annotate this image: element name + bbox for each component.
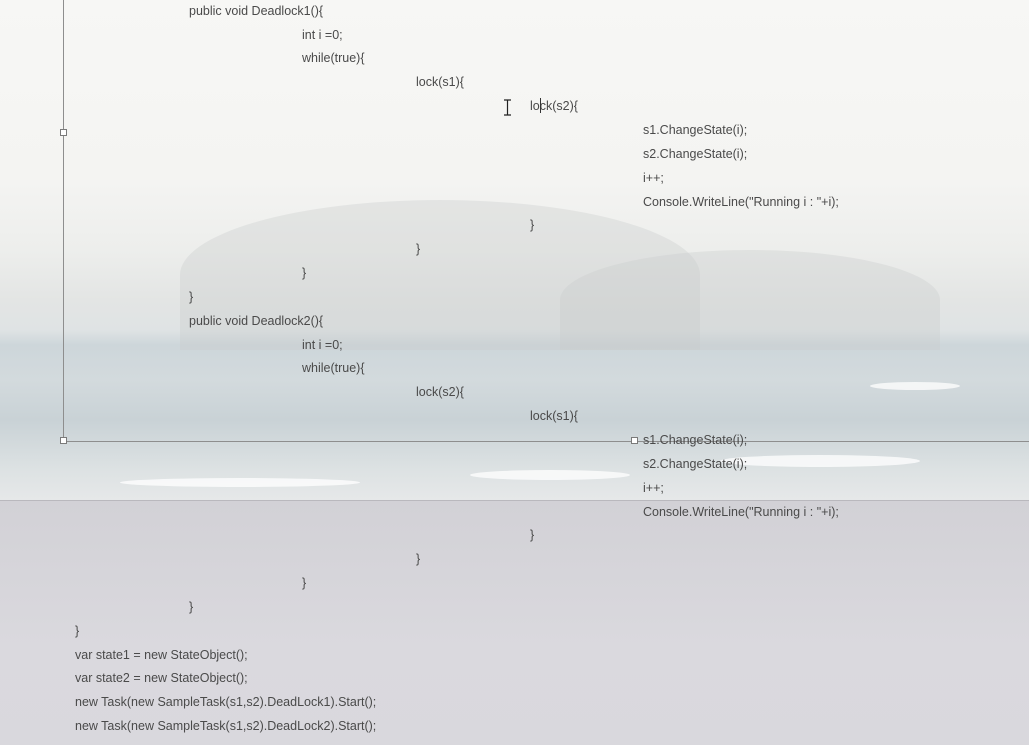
code-line[interactable]: while(true){: [302, 360, 365, 376]
code-line[interactable]: i++;: [643, 480, 664, 496]
wave-crest: [470, 470, 630, 480]
code-line[interactable]: while(true){: [302, 50, 365, 66]
code-line[interactable]: Console.WriteLine("Running i : "+i);: [643, 194, 839, 210]
code-line[interactable]: s2.ChangeState(i);: [643, 456, 747, 472]
code-line[interactable]: lock(s1){: [530, 408, 578, 424]
code-line[interactable]: s1.ChangeState(i);: [643, 122, 747, 138]
code-line[interactable]: public void Deadlock2(){: [189, 313, 323, 329]
resize-handle-icon[interactable]: [631, 437, 638, 444]
code-line[interactable]: }: [302, 575, 306, 591]
code-line[interactable]: }: [530, 527, 534, 543]
code-line[interactable]: new Task(new SampleTask(s1,s2).DeadLock1…: [75, 694, 376, 710]
resize-handle-icon[interactable]: [60, 129, 67, 136]
code-line[interactable]: s2.ChangeState(i);: [643, 146, 747, 162]
code-line[interactable]: public void Deadlock1(){: [189, 3, 323, 19]
code-line[interactable]: int i =0;: [302, 27, 343, 43]
code-line[interactable]: }: [302, 265, 306, 281]
code-line[interactable]: }: [416, 241, 420, 257]
text-ibeam-cursor-icon: [504, 99, 511, 116]
code-line[interactable]: var state2 = new StateObject();: [75, 670, 248, 686]
code-line[interactable]: lock(s1){: [416, 74, 464, 90]
code-line[interactable]: new Task(new SampleTask(s1,s2).DeadLock2…: [75, 718, 376, 734]
code-line[interactable]: }: [189, 289, 193, 305]
code-line[interactable]: }: [189, 599, 193, 615]
wave-crest: [120, 478, 360, 487]
code-line[interactable]: }: [530, 217, 534, 233]
selected-textbox-frame[interactable]: [63, 0, 1029, 442]
code-line[interactable]: }: [416, 551, 420, 567]
code-line[interactable]: int i =0;: [302, 337, 343, 353]
code-line[interactable]: var state1 = new StateObject();: [75, 647, 248, 663]
code-line[interactable]: }: [75, 623, 79, 639]
code-line[interactable]: Console.WriteLine("Running i : "+i);: [643, 504, 839, 520]
code-line[interactable]: lock(s2){: [416, 384, 464, 400]
wave-crest: [720, 455, 920, 467]
code-line[interactable]: lock(s2){: [530, 98, 578, 114]
text-caret: [540, 98, 541, 113]
code-line[interactable]: s1.ChangeState(i);: [643, 432, 747, 448]
code-line[interactable]: i++;: [643, 170, 664, 186]
resize-handle-icon[interactable]: [60, 437, 67, 444]
